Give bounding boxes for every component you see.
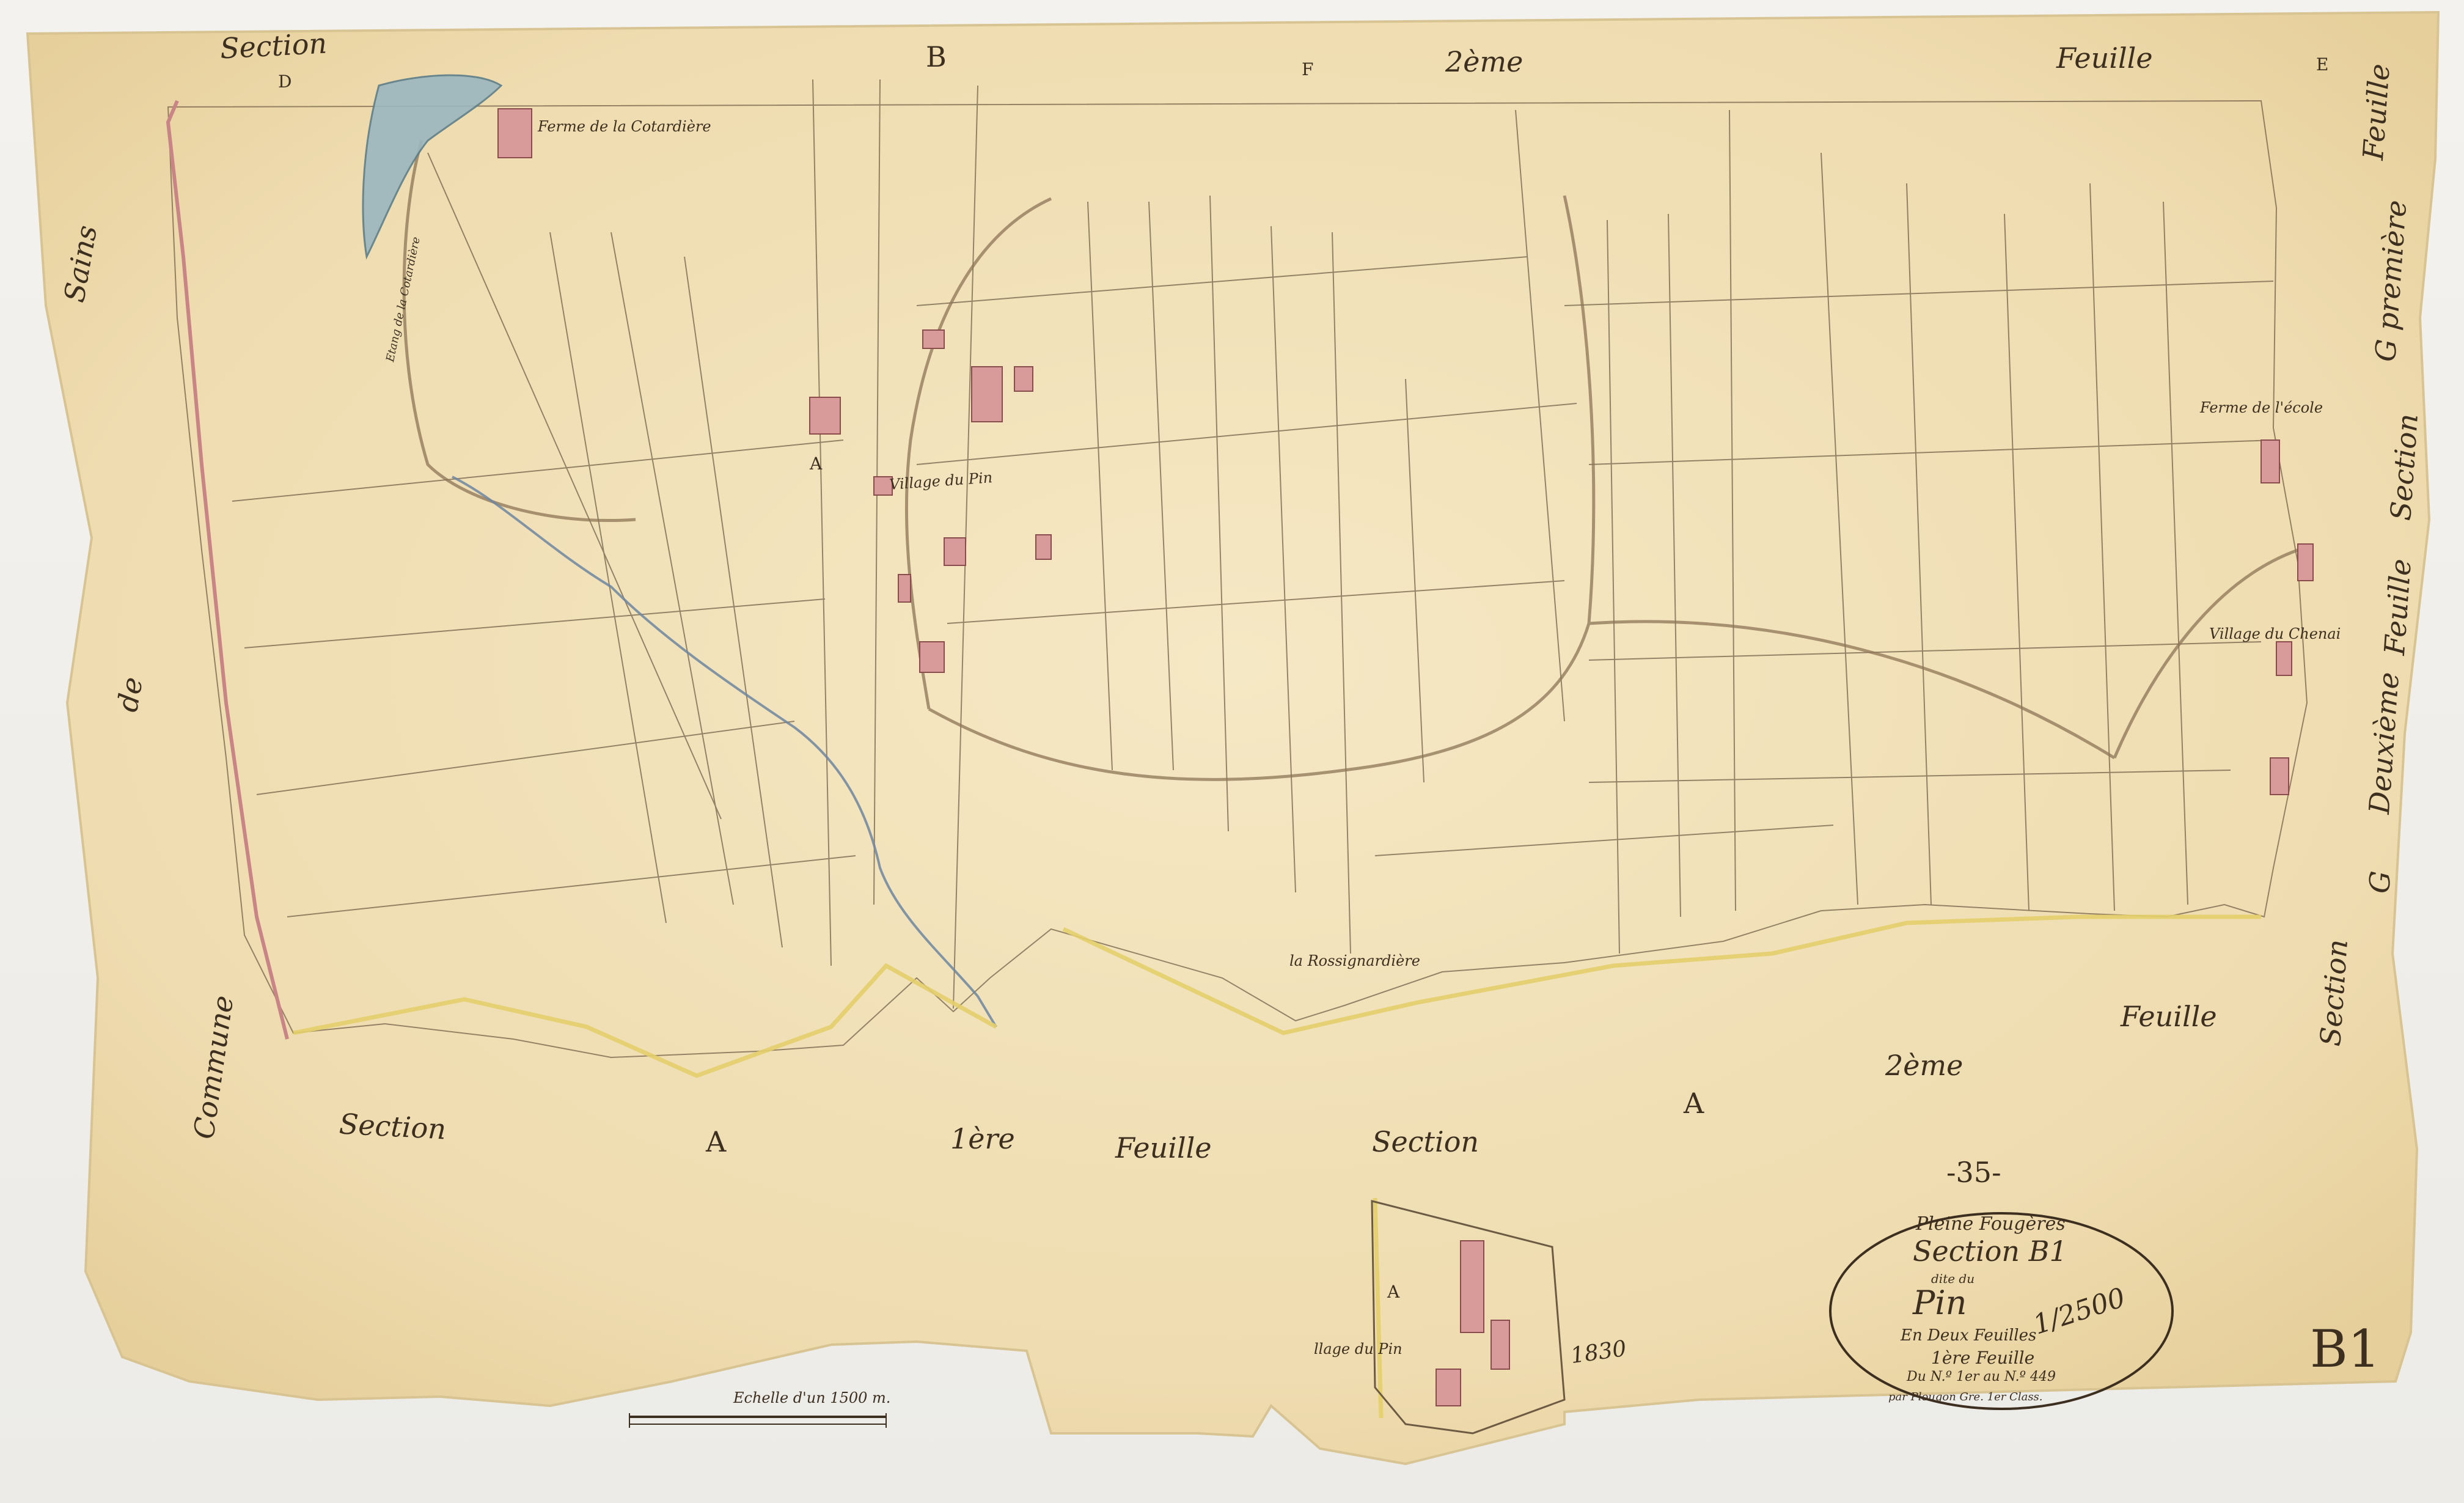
label-top-b: B — [926, 40, 947, 73]
label-bottom-1ere: 1ère — [950, 1122, 1015, 1155]
label-left-de: de — [111, 674, 150, 715]
label-top-section: Section — [219, 26, 328, 65]
label-top-e: E — [2316, 54, 2329, 75]
label-rossignardiere: la Rossignardière — [1289, 952, 1420, 969]
label-village-chenai: Village du Chenai — [2209, 625, 2341, 642]
label-inset-a: A — [1387, 1282, 1400, 1302]
label-inset-village: llage du Pin — [1314, 1340, 1402, 1358]
label-right-section-2: Section — [2314, 938, 2355, 1048]
label-top-f: F — [1302, 59, 1314, 79]
corner-mark: B1 — [2310, 1319, 2381, 1379]
label-bottom-feuille-1: Feuille — [1115, 1131, 1212, 1164]
label-parcel-a: A — [810, 454, 823, 474]
cadastral-map — [26, 10, 2440, 1466]
label-right-feuille-2: Feuille — [2378, 557, 2418, 656]
label-top-2eme: 2ème — [1445, 45, 1524, 78]
label-ferme-ecole: Ferme de l'école — [2200, 399, 2323, 416]
label-ferme-cotardiere: Ferme de la Cotardière — [538, 118, 711, 135]
label-right-feuille: Feuille — [2356, 62, 2396, 161]
cartouche-parcels: Du N.º 1er au N.º 449 — [1907, 1369, 2056, 1384]
label-bottom-section-1: Section — [338, 1107, 447, 1146]
label-bottom-a-1: A — [706, 1125, 727, 1158]
cartouche-commune: Pleine Fougères — [1916, 1213, 2066, 1235]
label-bottom-a-2: A — [1684, 1087, 1704, 1120]
scale-bar — [629, 1413, 887, 1428]
cartouche-name: Pin — [1913, 1284, 1967, 1322]
label-bottom-section-2: Section — [1372, 1125, 1480, 1158]
label-top-feuille: Feuille — [2056, 42, 2153, 75]
cartouche-section: Section B1 — [1913, 1235, 2067, 1268]
label-bottom-feuille-2: Feuille — [2121, 1000, 2217, 1033]
label-right-g: G — [2363, 870, 2397, 895]
cartouche-sheet: 1ère Feuille — [1931, 1348, 2035, 1368]
label-bottom-2eme: 2ème — [1885, 1049, 1964, 1082]
label-right-section: Section — [2384, 413, 2425, 522]
cartouche-surveyor: par Plougon Gre. 1er Class. — [1888, 1391, 2043, 1403]
cartouche-sheets: En Deux Feuilles — [1901, 1326, 2037, 1345]
paper-sheet — [26, 10, 2440, 1466]
scale-bar-title: Echelle d'un 1500 m. — [733, 1389, 891, 1406]
label-top-d: D — [278, 72, 292, 92]
sheet-number: -35- — [1946, 1156, 2001, 1189]
